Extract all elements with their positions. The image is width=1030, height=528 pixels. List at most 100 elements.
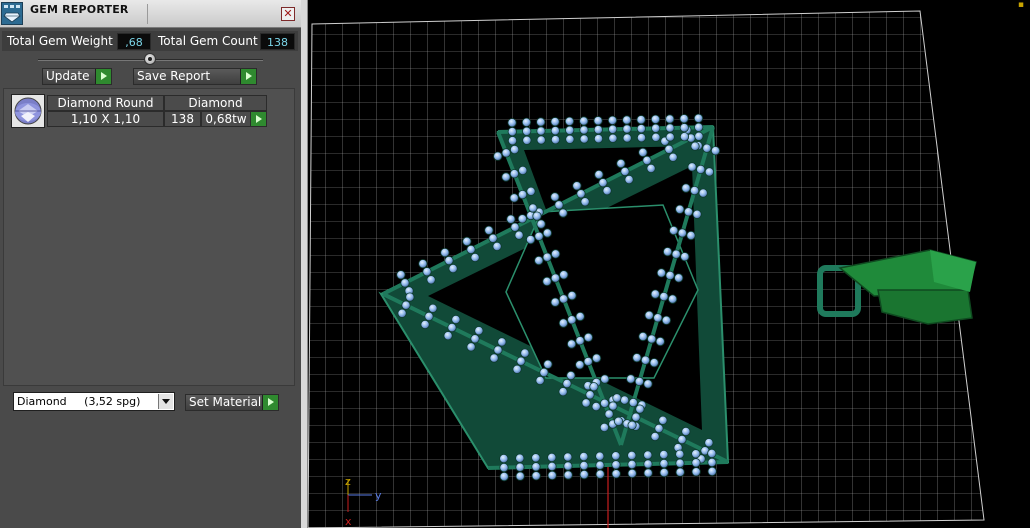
gem-stone <box>567 290 577 301</box>
gem-stone <box>558 208 568 218</box>
gem-stone <box>531 471 541 481</box>
3d-viewport[interactable]: z y x ▪ <box>308 0 1030 528</box>
gem-stone <box>474 326 484 336</box>
gem-stone <box>581 398 591 408</box>
update-button[interactable]: Update <box>42 68 112 85</box>
gem-stone <box>622 133 632 143</box>
save-report-button-label: Save Report <box>137 69 211 83</box>
panel-splitter[interactable] <box>301 0 308 528</box>
gem-stone <box>559 294 569 304</box>
gem-stone <box>640 355 651 365</box>
gem-stone <box>497 337 507 347</box>
gem-stone <box>593 125 603 135</box>
close-icon[interactable]: ✕ <box>281 7 295 21</box>
gem-stone <box>616 158 626 169</box>
gem-stone <box>638 331 648 342</box>
gem-stone <box>536 135 546 145</box>
gem-row-go-button[interactable] <box>250 111 267 127</box>
viewport-canvas: z y x <box>308 10 985 528</box>
panel-titlebar: GEM REPORTER ✕ <box>0 0 301 28</box>
gem-stone <box>622 124 632 134</box>
gem-stone <box>691 449 701 459</box>
gem-stone <box>687 162 697 172</box>
gem-stone <box>499 471 509 482</box>
gem-stone <box>518 165 528 175</box>
chevron-down-icon[interactable] <box>158 394 173 409</box>
gem-stone <box>599 398 610 408</box>
gem-stone <box>681 183 691 193</box>
gem-stone <box>550 117 560 127</box>
gem-stone <box>558 387 568 397</box>
set-material-button[interactable]: Set Material <box>185 394 279 411</box>
gem-stone <box>499 453 509 464</box>
gem-stone <box>643 450 653 460</box>
gem-stone <box>501 172 511 182</box>
gem-stone <box>608 401 618 411</box>
gem-stone <box>517 214 527 224</box>
gem-stone <box>420 319 430 330</box>
gem-stone <box>493 345 503 355</box>
gem-stone <box>632 353 642 363</box>
gem-stone <box>675 204 685 214</box>
gem-stone <box>643 468 653 478</box>
gem-stone <box>681 426 691 437</box>
gem-stone <box>696 164 706 174</box>
gem-stone <box>526 235 536 245</box>
gem-stone <box>466 342 476 352</box>
gem-stone <box>547 461 557 471</box>
gem-stone <box>686 230 696 241</box>
gem-stone <box>665 114 675 124</box>
gem-stone <box>579 134 589 144</box>
gem-stone <box>424 311 434 321</box>
play-arrow-icon <box>262 395 278 410</box>
gem-stone <box>522 135 532 145</box>
gem-stone <box>507 136 518 146</box>
material-select[interactable]: Diamond (3,52 spg) <box>13 392 175 411</box>
gem-stone <box>547 452 557 462</box>
gem-stone <box>539 367 549 377</box>
gem-stone <box>591 353 602 363</box>
gem-stone <box>563 470 573 480</box>
gem-stone <box>599 422 609 432</box>
gem-count-cell: 138 <box>164 111 201 127</box>
gem-stone <box>470 252 480 263</box>
gem-thumbnail-icon[interactable] <box>11 94 45 128</box>
gem-stone <box>509 169 519 179</box>
gem-stone <box>692 209 702 219</box>
gem-stone <box>650 114 661 124</box>
gem-stone <box>653 313 663 323</box>
gem-stone <box>659 458 669 469</box>
gem-stone <box>593 116 603 126</box>
report-slider-handle[interactable] <box>144 53 156 65</box>
gem-stone <box>397 308 407 318</box>
gem-stone <box>575 311 585 322</box>
gem-stone <box>707 448 717 458</box>
gem-stone <box>661 315 671 325</box>
gem-stone <box>643 459 653 469</box>
gem-stone <box>622 115 632 125</box>
total-gem-count-value: 138 <box>260 33 295 50</box>
gem-reporter-panel: GEM REPORTER ✕ Total Gem Weight ,68 Tota… <box>0 0 301 528</box>
gem-stone <box>669 225 679 236</box>
gem-stone <box>598 178 608 188</box>
gem-stone <box>704 167 714 177</box>
gem-stone <box>520 348 530 358</box>
gem-stone <box>680 252 690 262</box>
total-gem-weight-value: ,68 <box>117 33 151 50</box>
gem-stone <box>443 331 453 341</box>
gem-stone <box>579 451 589 462</box>
gem-stone <box>536 126 546 136</box>
gem-stone <box>550 273 560 283</box>
gem-stone <box>579 460 589 471</box>
gem-stone <box>710 146 721 156</box>
gem-stone <box>650 289 660 299</box>
play-arrow-icon <box>240 69 256 84</box>
gem-stone <box>528 203 538 213</box>
axis-x-label: x <box>345 515 352 528</box>
gem-stone <box>534 255 544 266</box>
gem-stone <box>671 249 681 259</box>
gem-stone <box>532 211 542 221</box>
gem-stone <box>515 471 525 481</box>
save-report-button[interactable]: Save Report <box>133 68 257 85</box>
gem-stone <box>562 378 572 389</box>
